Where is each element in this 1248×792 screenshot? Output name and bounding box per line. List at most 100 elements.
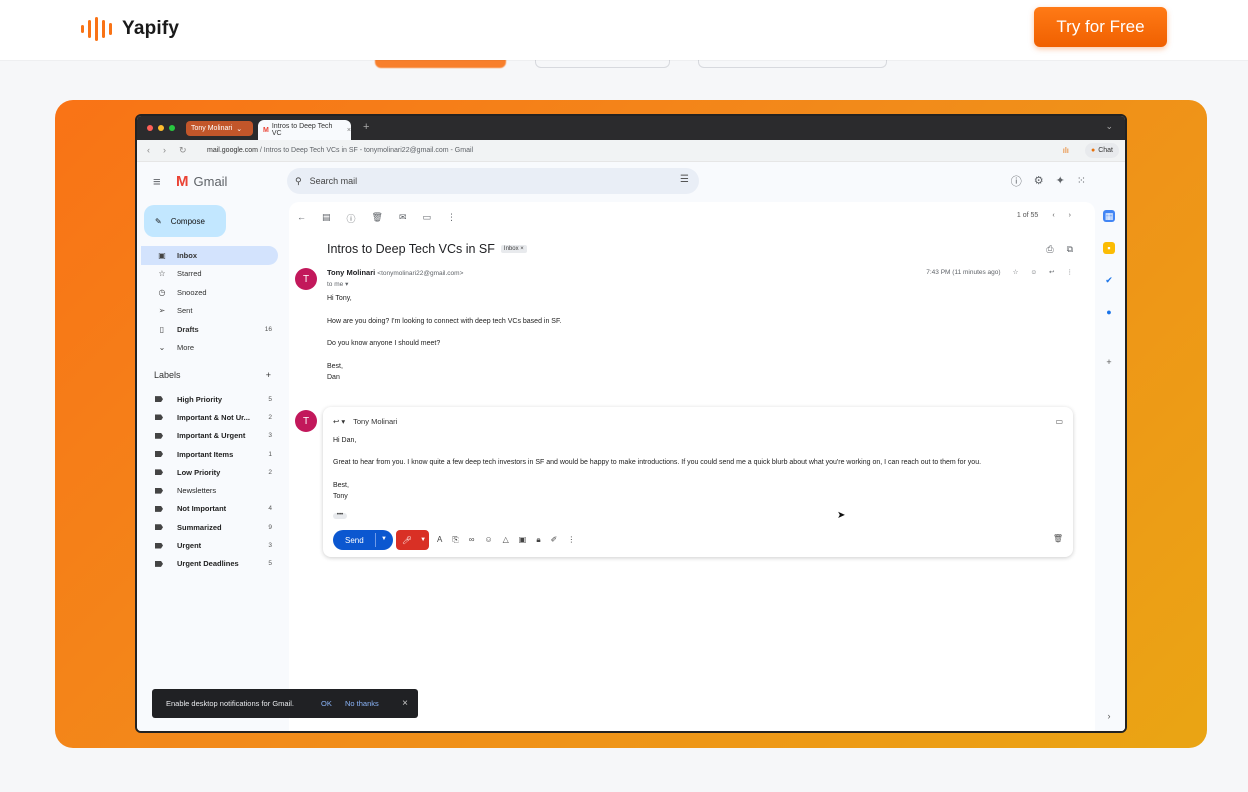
gear-icon[interactable]: ⚙ [1034, 174, 1044, 187]
sidebar-item-drafts[interactable]: ▯ Drafts 16 [141, 320, 278, 339]
calendar-icon[interactable]: ▦ [1103, 210, 1115, 222]
next-icon[interactable]: › [1069, 212, 1071, 219]
gmail-m-icon: M [176, 173, 189, 190]
archive-icon[interactable]: ▤ [322, 212, 331, 225]
keep-icon[interactable]: ▪ [1103, 242, 1115, 254]
label-item[interactable]: Summarized 9 [141, 518, 278, 536]
more-vert-icon[interactable]: ⋮ [447, 212, 456, 225]
label-item[interactable]: Low Priority 2 [141, 463, 278, 481]
move-to-icon[interactable]: ▭ [423, 212, 432, 225]
open-new-window-icon[interactable]: ⧉ [1067, 244, 1073, 255]
mouse-cursor-icon: ➤ [837, 510, 846, 521]
more-vert-icon[interactable]: ⋮ [567, 535, 575, 545]
label-item[interactable]: Urgent 3 [141, 536, 278, 554]
close-icon[interactable]: × [347, 127, 351, 134]
sender-name[interactable]: Tony Molinari [327, 268, 375, 277]
label-item[interactable]: Urgent Deadlines 5 [141, 555, 278, 573]
send-options-icon[interactable]: ▼ [381, 536, 387, 542]
compose-button[interactable]: ✎ Compose [144, 205, 226, 237]
mark-unread-icon[interactable]: ✉ [399, 212, 407, 225]
label-item[interactable]: Newsletters [141, 481, 278, 499]
expand-panel-icon[interactable]: › [1103, 710, 1115, 722]
subject-line: Intros to Deep Tech VCs in SF Inbox × [327, 242, 527, 256]
sidebar-item-more[interactable]: ⌄ More [141, 339, 278, 358]
forward-icon[interactable]: › [163, 145, 166, 156]
gmail-logo[interactable]: M Gmail [176, 173, 227, 190]
new-tab-icon[interactable]: + [363, 121, 369, 133]
reply-icon[interactable]: ↩ [1049, 268, 1054, 276]
prev-icon[interactable]: ‹ [1052, 212, 1054, 219]
subject-actions: ⎙ ⧉ [1046, 244, 1073, 255]
tab-list-icon[interactable]: ⌄ [1105, 121, 1113, 132]
apps-grid-icon[interactable]: ⁙ [1077, 174, 1086, 187]
label-item[interactable]: Important & Urgent 3 [141, 427, 278, 445]
url-path: / Intros to Deep Tech VCs in SF - tonymo… [259, 147, 474, 154]
recipient-line[interactable]: to me ▾ [327, 280, 348, 288]
popout-icon[interactable]: ▭ [1055, 417, 1063, 426]
signature-icon[interactable]: ✐ [551, 535, 558, 545]
tasks-icon[interactable]: ✔ [1103, 274, 1115, 286]
contacts-icon[interactable]: ● [1103, 306, 1115, 318]
back-icon[interactable]: ‹ [147, 145, 150, 156]
labels-heading: Labels [154, 370, 181, 380]
browser-tab[interactable]: M Intros to Deep Tech VC × [258, 120, 351, 140]
attach-icon[interactable]: ⎘ [452, 535, 458, 545]
link-icon[interactable]: ∞ [469, 535, 475, 545]
url-field[interactable]: mail.google.com / Intros to Deep Tech VC… [207, 147, 473, 154]
label-count: 9 [268, 523, 272, 531]
message-meta: 7:43 PM (11 minutes ago) ☆ ☺ ↩ ⋮ [926, 268, 1074, 277]
label-count: 4 [268, 505, 272, 513]
label-item[interactable]: Important Items 1 [141, 445, 278, 463]
label-count: 5 [268, 395, 272, 403]
reply-body-line: Hi Dan, [333, 437, 357, 444]
snackbar-no-thanks-button[interactable]: No thanks [345, 699, 379, 708]
report-icon[interactable]: ⓘ [347, 212, 356, 225]
add-addon-icon[interactable]: + [1103, 356, 1115, 368]
profile-tab[interactable]: Tony Molinari ⌄ [186, 121, 253, 136]
discard-icon[interactable]: 🗑︎ [1053, 534, 1063, 543]
text-format-icon[interactable]: A [437, 535, 442, 545]
label-icon [155, 451, 163, 458]
reload-icon[interactable]: ↻ [179, 145, 187, 156]
send-button[interactable]: Send ▼ [333, 530, 393, 550]
sidebar-item-inbox[interactable]: ▣ Inbox [141, 246, 278, 265]
chat-button[interactable]: ● Chat [1084, 143, 1119, 158]
delete-icon[interactable]: 🗑︎ [372, 212, 383, 225]
brand-logo[interactable]: Yapify [81, 17, 179, 41]
inbox-badge[interactable]: Inbox × [500, 245, 527, 253]
label-item[interactable]: Not Important 4 [141, 500, 278, 518]
menu-icon[interactable]: ≡ [153, 174, 161, 189]
sidebar-item-snoozed[interactable]: ◷ Snoozed [141, 283, 278, 302]
gemini-icon[interactable]: ✦ [1056, 174, 1065, 187]
reply-avatar[interactable]: T [295, 410, 317, 432]
try-for-free-button[interactable]: Try for Free [1034, 7, 1167, 47]
snackbar-ok-button[interactable]: OK [321, 699, 332, 708]
back-arrow-icon[interactable]: ← [297, 212, 306, 225]
reply-type-icon[interactable]: ↩ ▾ [333, 417, 345, 426]
photo-icon[interactable]: ▣ [519, 535, 527, 545]
search-options-icon[interactable]: ☰ [680, 174, 689, 185]
emoji-icon[interactable]: ☺ [484, 535, 492, 545]
print-icon[interactable]: ⎙ [1046, 244, 1053, 255]
reply-recipient[interactable]: Tony Molinari [353, 417, 397, 426]
lock-icon[interactable]: 🔒︎ [536, 535, 540, 545]
more-vert-icon[interactable]: ⋮ [1067, 268, 1074, 276]
search-input[interactable]: ⚲ Search mail ☰ [287, 168, 699, 194]
help-icon[interactable]: ⓘ [1011, 173, 1022, 189]
label-item[interactable]: High Priority 5 [141, 390, 278, 408]
add-label-icon[interactable]: + [266, 370, 271, 380]
sender-avatar[interactable]: T [295, 268, 317, 290]
extension-icon[interactable]: ılı [1063, 146, 1069, 155]
star-icon[interactable]: ☆ [1013, 268, 1019, 276]
emoji-icon[interactable]: ☺ [1030, 269, 1037, 276]
sidebar-item-sent[interactable]: ➢ Sent [141, 302, 278, 321]
label-item[interactable]: Important & Not Ur... 2 [141, 408, 278, 426]
close-icon[interactable]: × [402, 698, 408, 709]
voice-dictation-button[interactable]: 🎤︎ ▼ [396, 530, 429, 550]
sidebar-item-starred[interactable]: ☆ Starred [141, 265, 278, 284]
send-icon: ➢ [158, 306, 166, 316]
window-controls[interactable] [147, 125, 175, 131]
drive-icon[interactable]: △ [503, 535, 509, 545]
reply-composer[interactable]: ↩ ▾ Tony Molinari ▭ Hi Dan, Great to hear… [323, 407, 1073, 557]
show-trimmed-button[interactable]: ••• [333, 512, 347, 519]
